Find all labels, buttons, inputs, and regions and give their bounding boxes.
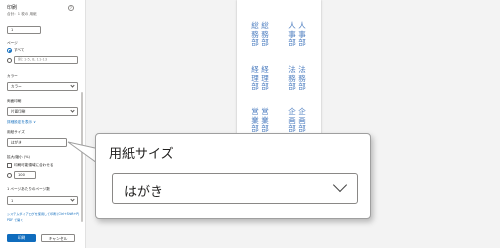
copies-value: 1 bbox=[11, 28, 14, 32]
dept-label: 人事部 bbox=[288, 21, 296, 47]
pages-all-label: すべて bbox=[14, 48, 25, 52]
scale-value: 100 bbox=[18, 173, 25, 177]
pages-per-sheet-select[interactable]: 1 bbox=[7, 196, 78, 205]
color-select[interactable]: カラー bbox=[7, 82, 78, 91]
copies-input[interactable]: 1 bbox=[7, 26, 41, 34]
callout-pointer-joint bbox=[95, 150, 106, 168]
cancel-button[interactable]: キャンセル bbox=[41, 234, 75, 242]
chevron-down-icon bbox=[70, 197, 75, 202]
dept-label: 営業部 bbox=[261, 107, 269, 133]
preview-page: 人事部 人事部 総務部 総務部 法務部 法務部 経理部 経理部 企画部 企画部 … bbox=[237, 0, 321, 148]
dept-label: 営業部 bbox=[251, 107, 259, 133]
more-settings-link[interactable]: 詳細設定を表示 ∨ bbox=[7, 120, 36, 125]
pages-range-placeholder: 例: 1-5, 8, 11-13 bbox=[18, 57, 48, 62]
callout-title: 用紙サイズ bbox=[109, 147, 174, 162]
panel-subtitle: 合計：1 枚の 用紙 bbox=[7, 12, 37, 16]
dept-label: 総務部 bbox=[251, 21, 259, 47]
chevron-down-icon bbox=[70, 83, 75, 88]
callout-paper-size-value: はがき bbox=[124, 185, 164, 200]
pages-all-radio[interactable] bbox=[7, 48, 12, 53]
dept-label: 法務部 bbox=[288, 65, 296, 91]
dept-label: 経理部 bbox=[251, 65, 259, 91]
fit-to-page-checkbox[interactable] bbox=[7, 163, 12, 168]
paper-size-select[interactable]: はがき bbox=[7, 138, 67, 147]
scale-label: 拡大/縮小 (%) bbox=[7, 155, 30, 159]
pages-range-input[interactable]: 例: 1-5, 8, 11-13 bbox=[14, 56, 78, 64]
pages-label: ページ bbox=[7, 41, 18, 45]
callout-paper-size-select[interactable]: はがき bbox=[112, 173, 358, 204]
scale-radio[interactable] bbox=[7, 173, 12, 178]
paper-size-value: はがき bbox=[11, 140, 22, 144]
print-panel: 印刷 合計：1 枚の 用紙 ? 1 ページ すべて 例: 1-5, 8, 11-… bbox=[0, 0, 86, 248]
question-icon[interactable]: ? bbox=[68, 5, 74, 11]
panel-scrollbar[interactable] bbox=[81, 92, 83, 222]
duplex-value: 片面印刷 bbox=[11, 109, 26, 113]
dept-label: 人事部 bbox=[298, 21, 306, 47]
color-label: カラー bbox=[7, 74, 18, 78]
open-pdf-link[interactable]: PDF で開く bbox=[7, 218, 23, 222]
pages-per-sheet-label: 1 ページあたりのページ数 bbox=[7, 187, 50, 191]
chevron-down-icon bbox=[70, 108, 75, 113]
dept-label: 法務部 bbox=[298, 65, 306, 91]
print-button[interactable]: 印刷 bbox=[7, 234, 36, 242]
panel-title: 印刷 bbox=[7, 5, 18, 11]
dept-label: 経理部 bbox=[261, 65, 269, 91]
duplex-label: 両面印刷 bbox=[7, 99, 22, 103]
pages-range-radio[interactable] bbox=[7, 58, 12, 63]
duplex-select[interactable]: 片面印刷 bbox=[7, 107, 78, 116]
dept-label: 企画部 bbox=[298, 107, 306, 133]
paper-size-callout: 用紙サイズ はがき bbox=[95, 133, 371, 219]
paper-size-label: 用紙サイズ bbox=[7, 130, 25, 134]
fit-to-page-label: 印刷可能領域に合わせる bbox=[14, 163, 54, 167]
scale-input[interactable]: 100 bbox=[14, 171, 36, 179]
chevron-down-icon bbox=[332, 177, 348, 193]
system-dialog-link[interactable]: システムダイアログを使用して印刷 (Ctrl+Shift+P) bbox=[7, 212, 79, 216]
pages-per-sheet-value: 1 bbox=[11, 198, 14, 203]
color-value: カラー bbox=[11, 84, 22, 88]
dept-label: 企画部 bbox=[288, 107, 296, 133]
dept-label: 総務部 bbox=[261, 21, 269, 47]
